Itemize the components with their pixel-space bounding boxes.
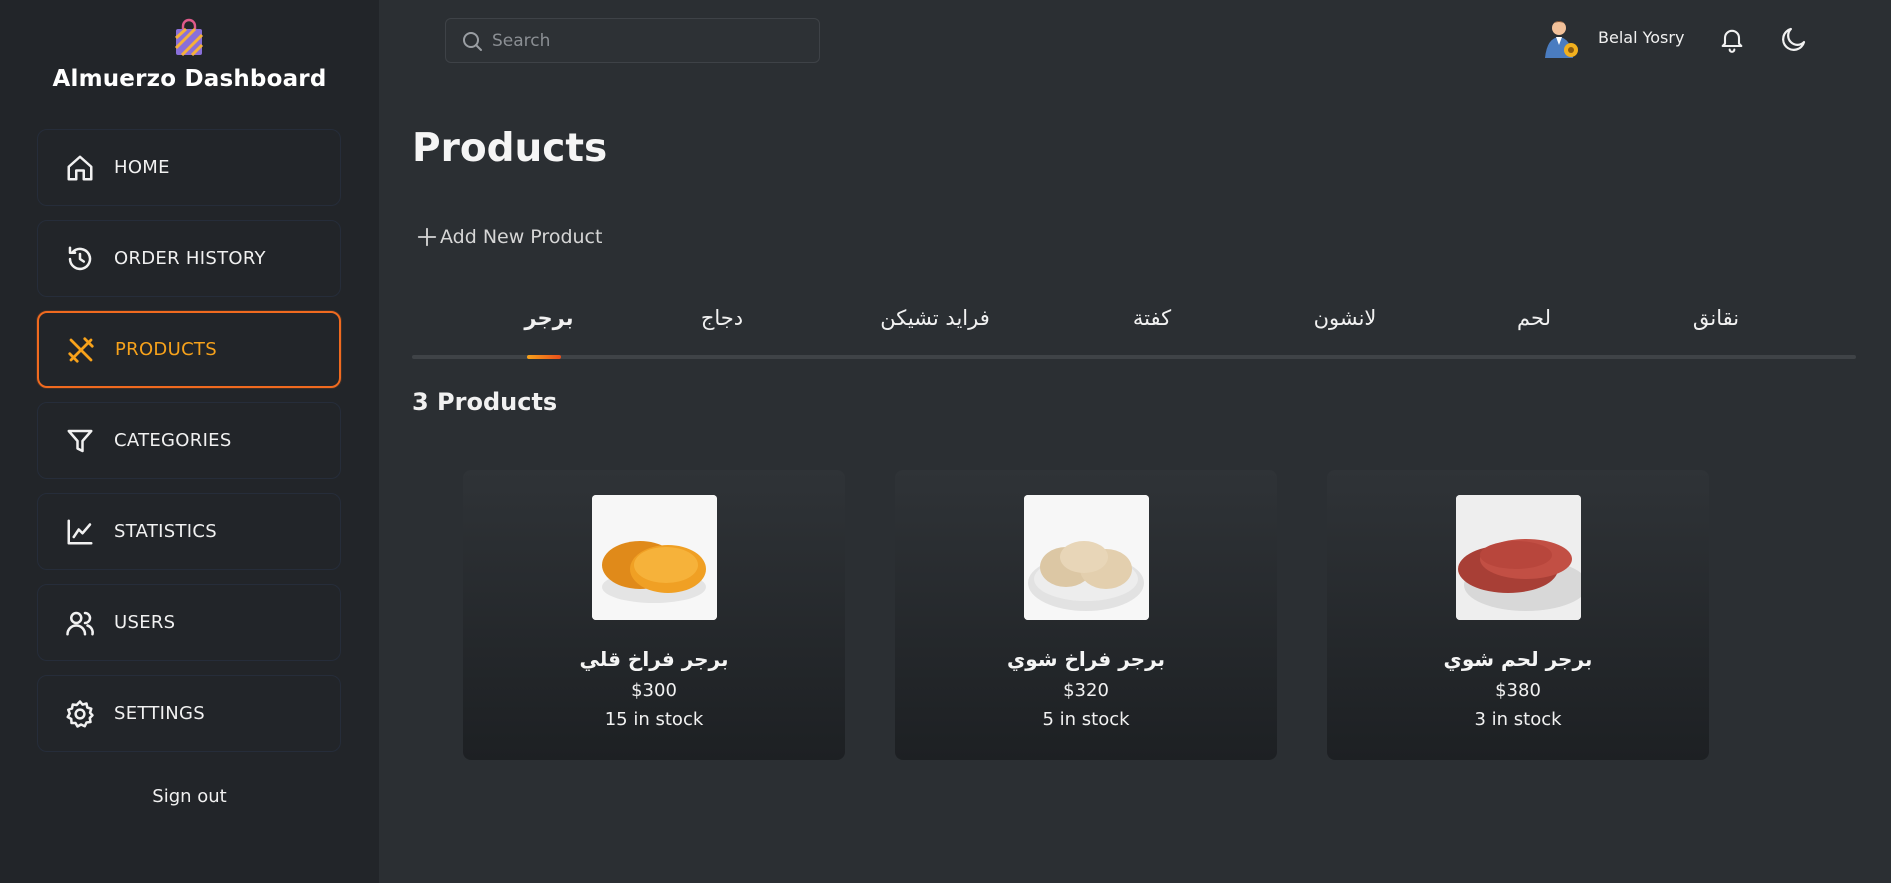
sidebar-item-label: CATEGORIES bbox=[114, 430, 232, 451]
product-price: $380 bbox=[1495, 680, 1541, 701]
history-icon bbox=[64, 243, 96, 275]
tab-sausage[interactable]: نقانق bbox=[1693, 306, 1739, 330]
brand-title: Almuerzo Dashboard bbox=[52, 66, 327, 92]
sidebar-item-label: PRODUCTS bbox=[115, 339, 217, 360]
shopping-bag-icon bbox=[174, 18, 204, 56]
users-icon bbox=[64, 607, 96, 639]
moon-icon[interactable] bbox=[1779, 24, 1809, 54]
product-stock: 5 in stock bbox=[1042, 709, 1130, 730]
sidebar-item-label: SETTINGS bbox=[114, 703, 206, 724]
sidebar: Almuerzo Dashboard HOME ORDER HISTORY PR… bbox=[0, 0, 379, 883]
product-image bbox=[1456, 495, 1581, 620]
page-title: Products bbox=[412, 126, 608, 171]
tabs-divider bbox=[412, 355, 1856, 359]
avatar[interactable] bbox=[1542, 18, 1582, 60]
tab-burger[interactable]: برجر bbox=[524, 306, 573, 330]
category-tabs: برجر دجاج فرايد تشيكن كفتة لانشون لحم نق… bbox=[412, 290, 1856, 360]
chart-line-icon bbox=[64, 516, 96, 548]
product-image bbox=[592, 495, 717, 620]
product-card[interactable]: برجر لحم شوي $380 3 in stock bbox=[1327, 470, 1709, 760]
user-name[interactable]: Belal Yosry bbox=[1598, 28, 1684, 47]
tab-luncheon[interactable]: لانشون bbox=[1314, 306, 1377, 330]
fork-knife-icon bbox=[65, 334, 97, 366]
filter-icon bbox=[64, 425, 96, 457]
product-stock: 15 in stock bbox=[604, 709, 704, 730]
plus-icon bbox=[417, 227, 437, 247]
product-name: برجر لحم شوي bbox=[1443, 647, 1593, 671]
tab-chicken[interactable]: دجاج bbox=[701, 306, 743, 330]
sidebar-item-home[interactable]: HOME bbox=[37, 129, 341, 206]
add-product-button[interactable]: Add New Product bbox=[416, 226, 602, 248]
home-icon bbox=[64, 152, 96, 184]
product-stock: 3 in stock bbox=[1474, 709, 1562, 730]
bell-icon[interactable] bbox=[1718, 25, 1746, 53]
product-price: $300 bbox=[631, 680, 677, 701]
sidebar-item-settings[interactable]: SETTINGS bbox=[37, 675, 341, 752]
sidebar-item-categories[interactable]: CATEGORIES bbox=[37, 402, 341, 479]
sidebar-item-products[interactable]: PRODUCTS bbox=[37, 311, 341, 388]
product-name: برجر فراخ قلي bbox=[579, 647, 729, 671]
sidebar-item-label: HOME bbox=[114, 157, 170, 178]
tab-fried-chicken[interactable]: فرايد تشيكن bbox=[880, 306, 990, 330]
product-count: 3 Products bbox=[412, 388, 558, 416]
sidebar-item-order-history[interactable]: ORDER HISTORY bbox=[37, 220, 341, 297]
main-content: Belal Yosry Products Add New Product برج… bbox=[379, 0, 1891, 883]
product-card[interactable]: برجر فراخ قلي $300 15 in stock bbox=[463, 470, 845, 760]
sidebar-item-statistics[interactable]: STATISTICS bbox=[37, 493, 341, 570]
active-tab-indicator bbox=[527, 355, 561, 359]
sign-out-link[interactable]: Sign out bbox=[0, 786, 379, 807]
product-price: $320 bbox=[1063, 680, 1109, 701]
gear-icon bbox=[64, 698, 96, 730]
search-bar[interactable] bbox=[445, 18, 820, 63]
add-product-label: Add New Product bbox=[440, 226, 603, 248]
sidebar-item-label: USERS bbox=[114, 612, 176, 633]
product-card[interactable]: برجر فراخ شوي $320 5 in stock bbox=[895, 470, 1277, 760]
product-image bbox=[1024, 495, 1149, 620]
search-icon bbox=[463, 31, 482, 51]
sidebar-item-users[interactable]: USERS bbox=[37, 584, 341, 661]
tab-meat[interactable]: لحم bbox=[1517, 306, 1551, 330]
sidebar-item-label: STATISTICS bbox=[114, 521, 217, 542]
product-name: برجر فراخ شوي bbox=[1006, 647, 1166, 671]
sidebar-item-label: ORDER HISTORY bbox=[114, 248, 266, 269]
tab-kofta[interactable]: كفتة bbox=[1133, 306, 1171, 330]
search-input[interactable] bbox=[492, 30, 792, 51]
